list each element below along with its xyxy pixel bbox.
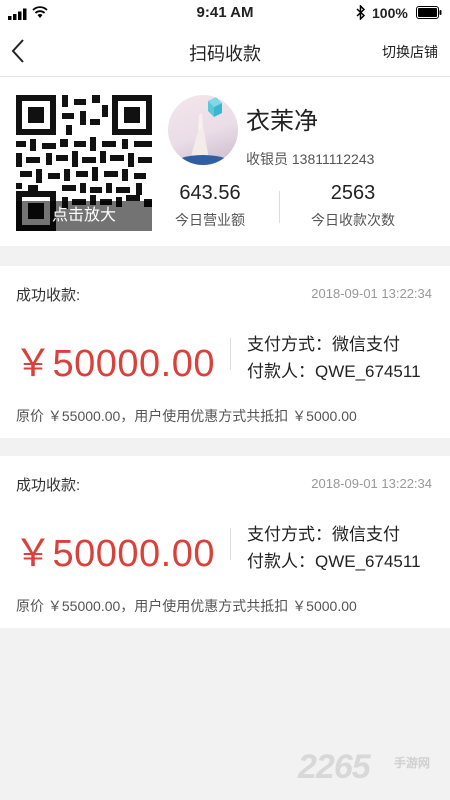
stat-today-revenue: 643.56 今日营业额 bbox=[140, 182, 280, 230]
stat-label: 今日营业额 bbox=[175, 212, 245, 228]
payment-discount-note: 原价 ￥55000.00，用户使用优惠方式共抵扣 ￥5000.00 bbox=[16, 598, 357, 614]
stat-divider bbox=[279, 191, 280, 223]
payment-amount: ￥50000.00 bbox=[14, 343, 215, 385]
stat-value: 643.56 bbox=[179, 182, 241, 204]
battery-percent: 100% bbox=[372, 5, 408, 21]
site-watermark: 2265 手游网 bbox=[298, 748, 438, 788]
user-name: 衣茉净 bbox=[246, 108, 318, 135]
payment-method: 支付方式：微信支付 bbox=[247, 525, 400, 544]
payment-status-label: 成功收款: bbox=[16, 287, 81, 304]
battery-icon bbox=[416, 6, 442, 19]
stat-today-count: 2563 今日收款次数 bbox=[283, 182, 423, 230]
bluetooth-icon bbox=[356, 5, 366, 20]
payment-record[interactable]: 成功收款: 2018-09-01 13:22:34 ￥50000.00 支付方式… bbox=[0, 266, 450, 438]
cashier-info: 收银员 13811112243 bbox=[246, 151, 375, 167]
payment-method: 支付方式：微信支付 bbox=[247, 335, 400, 354]
status-bar: 9:41 AM 100% bbox=[0, 0, 450, 26]
stat-value: 2563 bbox=[330, 182, 376, 204]
avatar bbox=[168, 95, 238, 165]
payment-time: 2018-09-01 13:22:34 bbox=[311, 476, 432, 491]
profile-card: 点击放大 衣茉净 收银员 13811112243 643.56 今日营业额 25… bbox=[0, 77, 450, 246]
watermark-text: 手游网 bbox=[394, 756, 431, 770]
qr-code[interactable]: 点击放大 bbox=[16, 95, 152, 231]
watermark-number: 2265 bbox=[298, 748, 371, 786]
stat-label: 今日收款次数 bbox=[311, 212, 395, 228]
payment-divider bbox=[230, 338, 231, 370]
payment-record[interactable]: 成功收款: 2018-09-01 13:22:34 ￥50000.00 支付方式… bbox=[0, 456, 450, 628]
payment-time: 2018-09-01 13:22:34 bbox=[311, 286, 432, 301]
payment-payer: 付款人：QWE_674511 bbox=[247, 552, 421, 571]
payment-discount-note: 原价 ￥55000.00，用户使用优惠方式共抵扣 ￥5000.00 bbox=[16, 408, 357, 424]
payment-divider bbox=[230, 528, 231, 560]
switch-store-button[interactable]: 切换店铺 bbox=[382, 42, 438, 62]
qr-zoom-hint: 点击放大 bbox=[16, 201, 152, 231]
payment-payer: 付款人：QWE_674511 bbox=[247, 362, 421, 381]
payment-status-label: 成功收款: bbox=[16, 477, 81, 494]
payment-amount: ￥50000.00 bbox=[14, 533, 215, 575]
nav-bar: 扫码收款 切换店铺 bbox=[0, 26, 450, 77]
